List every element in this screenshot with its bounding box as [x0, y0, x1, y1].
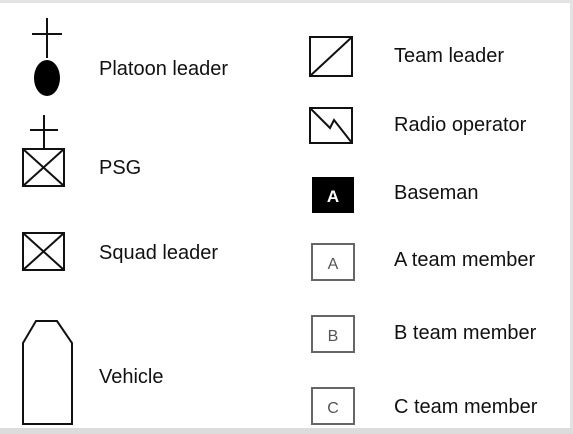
team-leader-icon: [309, 36, 353, 77]
symbol-legend: Platoon leader PSG Squad leader Vehicle …: [0, 0, 573, 434]
squad-leader-icon: [22, 232, 65, 271]
c-team-member-label: C team member: [394, 396, 538, 418]
a-team-member-icon: A: [311, 243, 355, 281]
platoon-leader-icon: [32, 18, 62, 96]
baseman-letter: A: [327, 187, 339, 206]
c-team-member-letter: C: [327, 400, 339, 417]
vehicle-icon: [22, 320, 73, 425]
a-team-member-letter: A: [328, 256, 339, 273]
squad-leader-label: Squad leader: [99, 242, 218, 264]
platoon-leader-label: Platoon leader: [99, 58, 228, 80]
a-team-member-label: A team member: [394, 249, 536, 271]
b-team-member-letter: B: [328, 328, 339, 345]
b-team-member-label: B team member: [394, 322, 537, 344]
c-team-member-icon: C: [311, 387, 355, 425]
psg-icon: [22, 115, 65, 187]
baseman-icon: A: [312, 177, 354, 213]
radio-operator-label: Radio operator: [394, 114, 527, 136]
b-team-member-icon: B: [311, 315, 355, 353]
frame-top-edge: [0, 0, 573, 3]
vehicle-label: Vehicle: [99, 366, 164, 388]
frame-bottom-edge: [0, 428, 573, 434]
psg-label: PSG: [99, 157, 142, 179]
team-leader-label: Team leader: [394, 45, 505, 67]
baseman-label: Baseman: [394, 182, 479, 204]
radio-operator-icon: [309, 107, 353, 144]
